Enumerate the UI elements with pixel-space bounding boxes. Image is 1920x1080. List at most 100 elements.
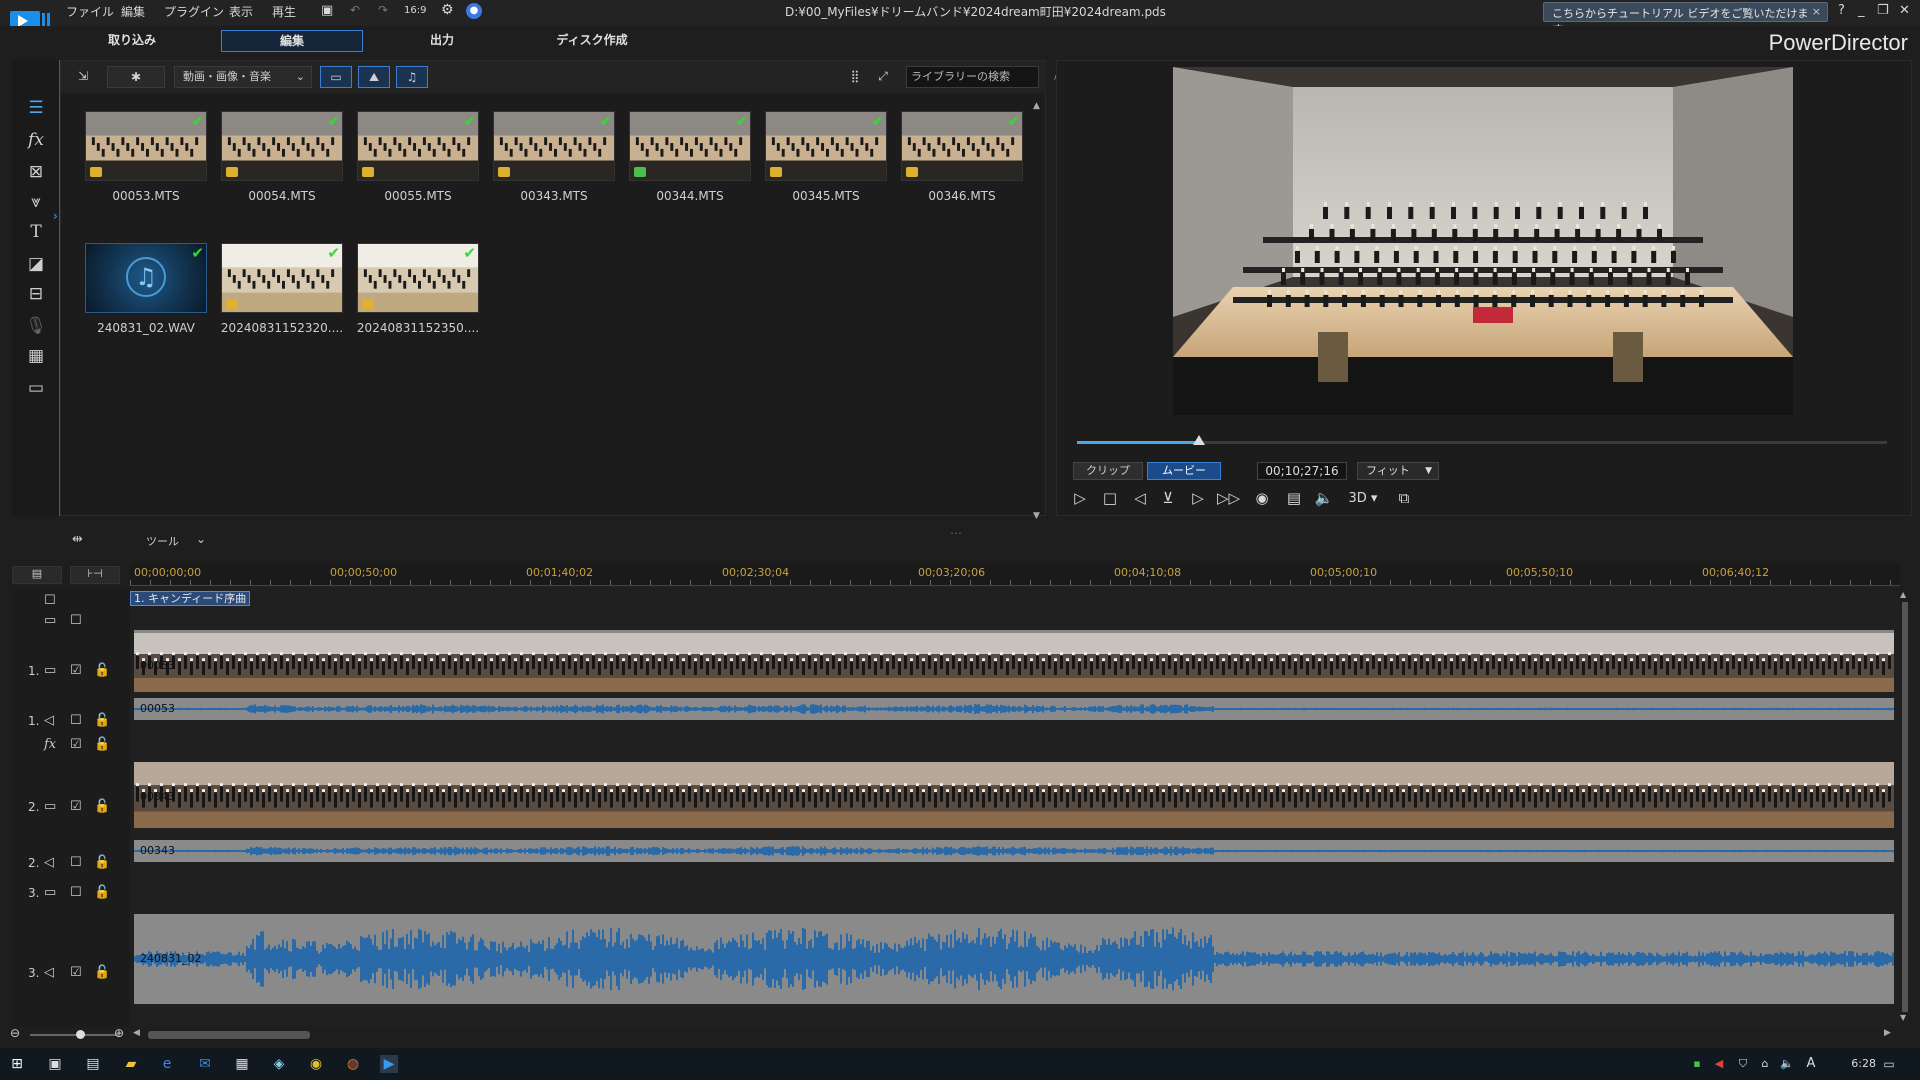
library-thumbnail[interactable]: ✔ xyxy=(765,111,887,181)
taskbar-app-icon[interactable]: ▣ xyxy=(46,1055,64,1073)
lock-icon[interactable]: 🔓 xyxy=(94,663,110,678)
scroll-thumb[interactable] xyxy=(1902,602,1908,1012)
zoom-slider-knob[interactable] xyxy=(76,1030,85,1039)
transition-room-icon[interactable]: ◪ xyxy=(22,252,50,276)
media-filter-value[interactable]: 動画・画像・音楽 xyxy=(183,70,271,83)
enable-track-checkbox[interactable]: ☐ xyxy=(70,613,82,628)
lock-icon[interactable]: 🔓 xyxy=(94,799,110,814)
menu-edit[interactable]: 編集 xyxy=(121,3,145,20)
speaker-icon[interactable]: 🔈 xyxy=(1778,1055,1796,1073)
library-thumbnail[interactable]: ✔ xyxy=(357,111,479,181)
tab-create-disc[interactable]: ディスク作成 xyxy=(540,30,644,52)
calculator-icon[interactable]: ▦ xyxy=(233,1055,251,1073)
preview-seek-slider[interactable] xyxy=(1077,435,1887,445)
expand-panel-icon[interactable]: › xyxy=(53,209,58,223)
grid-view-icon[interactable]: ⣿ xyxy=(843,66,867,88)
chapter-room-icon[interactable]: ▦ xyxy=(22,344,50,368)
3d-toggle[interactable]: 3D ▾ xyxy=(1347,491,1379,506)
chapter-marker[interactable]: 1. キャンディード序曲 xyxy=(130,591,251,606)
video-clip[interactable]: 00053 xyxy=(134,630,1894,692)
menu-file[interactable]: ファイル xyxy=(66,3,114,20)
tools-chevron-icon[interactable]: ⌄ xyxy=(196,532,206,546)
next-frame-icon[interactable]: ▷ xyxy=(1187,489,1209,507)
voice-over-icon[interactable]: 🎙 xyxy=(22,314,50,338)
menu-play[interactable]: 再生 xyxy=(272,3,296,20)
tray-icon[interactable]: ▪ xyxy=(1688,1055,1706,1073)
tutorial-banner[interactable]: こちらからチュートリアル ビデオをご覧いただけます。× xyxy=(1543,2,1828,36)
music-filter-icon[interactable]: ♫ xyxy=(396,66,428,88)
library-thumbnail[interactable]: ♫ ✔ xyxy=(85,243,207,313)
notification-center-icon[interactable]: ▭ xyxy=(1880,1055,1898,1073)
menu-plugin[interactable]: プラグイン xyxy=(164,3,224,20)
play-icon[interactable]: ▷ xyxy=(1069,489,1091,507)
timeline-ruler[interactable]: 00;00;00;00 00;00;50;00 00;01;40;02 00;02;3… xyxy=(130,564,1900,586)
zoom-fit-value[interactable]: フィット xyxy=(1366,464,1410,477)
redo-icon[interactable]: ↷ xyxy=(378,3,388,17)
movie-mode-button[interactable]: ムービー xyxy=(1147,462,1221,480)
file-explorer-icon[interactable]: ▰ xyxy=(122,1055,140,1073)
library-thumbnail[interactable]: ✔ xyxy=(221,111,343,181)
scroll-up-icon[interactable]: ▲ xyxy=(1900,590,1906,599)
previous-frame-icon[interactable]: ◁ xyxy=(1129,489,1151,507)
zoom-slider[interactable] xyxy=(30,1034,118,1036)
enable-track-checkbox[interactable]: ☐ xyxy=(70,855,82,870)
powerdirector-taskbar-icon[interactable]: ▶ xyxy=(380,1055,398,1073)
preview-timecode[interactable]: 00;10;27;16 xyxy=(1257,462,1347,480)
image-filter-icon[interactable]: ⛰ xyxy=(358,66,390,88)
split-icon[interactable]: ⊻ xyxy=(1157,489,1179,507)
scroll-right-icon[interactable]: ▶ xyxy=(1884,1028,1891,1038)
lock-icon[interactable]: 🔓 xyxy=(94,855,110,870)
settings-gear-icon[interactable]: ⚙ xyxy=(441,2,454,18)
notification-icon[interactable]: ● xyxy=(466,3,482,19)
library-thumbnail[interactable]: ✔ xyxy=(85,111,207,181)
firefox-icon[interactable]: ◍ xyxy=(344,1055,362,1073)
subtitles-icon[interactable]: ▤ xyxy=(1283,489,1305,507)
restore-button[interactable]: ❐ xyxy=(1877,3,1889,18)
import-media-icon[interactable]: ⇲ xyxy=(67,66,99,88)
library-search-input[interactable]: ライブラリーの検索⌕ xyxy=(906,66,1060,88)
enable-track-checkbox[interactable]: ☐ xyxy=(70,885,82,900)
media-room-icon[interactable]: ☰ xyxy=(22,96,50,120)
audio-mixing-icon[interactable]: ⊟ xyxy=(22,282,50,306)
taskbar-clock[interactable]: 6:28 xyxy=(1851,1057,1876,1070)
video-filter-icon[interactable]: ▭ xyxy=(320,66,352,88)
tray-icon[interactable]: ⛉ xyxy=(1734,1055,1752,1073)
fit-timeline-icon[interactable]: ⇹ xyxy=(72,532,83,547)
zoom-out-icon[interactable]: ⊖ xyxy=(10,1026,20,1040)
enable-track-checkbox[interactable]: ☑ xyxy=(70,663,82,678)
tab-edit[interactable]: 編集 xyxy=(221,30,363,52)
taskbar-app-icon[interactable]: ▤ xyxy=(84,1055,102,1073)
scroll-up-icon[interactable]: ▲ xyxy=(1033,101,1040,111)
clip-mode-button[interactable]: クリップ xyxy=(1073,462,1143,480)
zoom-fit-dropdown[interactable]: フィット ▼ xyxy=(1357,462,1439,480)
lock-icon[interactable]: 🔓 xyxy=(94,965,110,980)
library-thumbnail[interactable]: ✔ xyxy=(221,243,343,313)
scroll-left-icon[interactable]: ◀ xyxy=(133,1028,140,1038)
edge-icon[interactable]: e xyxy=(158,1055,176,1073)
mail-icon[interactable]: ✉ xyxy=(196,1055,214,1073)
lock-icon[interactable]: 🔓 xyxy=(94,885,110,900)
help-button[interactable]: ? xyxy=(1838,3,1845,18)
minimize-button[interactable]: _ xyxy=(1858,3,1865,18)
timeline-tracks[interactable]: 1. キャンディード序曲 00053 00053 00343 00343 240… xyxy=(130,586,1908,1026)
lock-icon[interactable]: 🔓 xyxy=(94,737,110,752)
enable-track-checkbox[interactable]: ☑ xyxy=(70,799,82,814)
ime-indicator[interactable]: A xyxy=(1802,1055,1820,1073)
scroll-down-icon[interactable]: ▼ xyxy=(1033,511,1040,521)
library-thumbnail[interactable]: ✔ xyxy=(629,111,751,181)
library-thumbnail[interactable]: ✔ xyxy=(357,243,479,313)
pip-objects-icon[interactable]: ⊠ xyxy=(22,160,50,184)
splitter-handle[interactable]: ⋯ xyxy=(950,526,962,540)
volume-icon[interactable]: 🔈 xyxy=(1313,489,1335,507)
storyboard-view-icon[interactable]: ▤ xyxy=(12,566,62,584)
tab-capture[interactable]: 取り込み xyxy=(82,30,182,52)
audio-clip[interactable]: 00343 xyxy=(134,840,1894,862)
tray-icon[interactable]: ◀ xyxy=(1710,1055,1728,1073)
library-thumbnail[interactable]: ✔ xyxy=(901,111,1023,181)
library-thumbnail[interactable]: ✔ xyxy=(493,111,615,181)
particle-room-icon[interactable]: ⩔ xyxy=(22,190,50,214)
video-clip[interactable]: 00343 xyxy=(134,762,1894,828)
effect-room-icon[interactable]: fx xyxy=(22,128,50,152)
plugin-icon[interactable]: ✱ xyxy=(107,66,165,88)
audio-clip[interactable]: 00053 xyxy=(134,698,1894,720)
